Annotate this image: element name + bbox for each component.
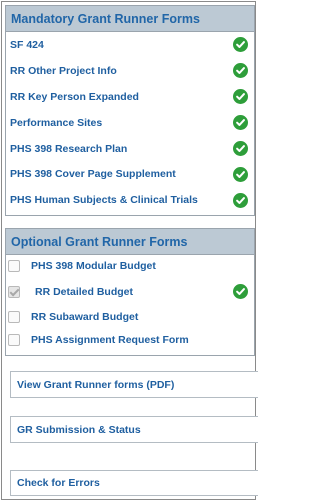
check-circle-icon bbox=[233, 166, 248, 182]
form-item-label[interactable]: SF 424 bbox=[10, 39, 44, 51]
mandatory-forms-panel: Mandatory Grant Runner Forms SF 424 RR O… bbox=[5, 5, 255, 216]
optional-item-label[interactable]: PHS 398 Modular Budget bbox=[31, 260, 248, 272]
mandatory-forms-title: Mandatory Grant Runner Forms bbox=[11, 11, 200, 26]
form-checkbox[interactable] bbox=[8, 311, 20, 324]
form-item-phs398-research-plan[interactable]: PHS 398 Research Plan bbox=[6, 136, 254, 162]
check-circle-icon bbox=[233, 89, 248, 105]
optional-item-label[interactable]: PHS Assignment Request Form bbox=[31, 334, 248, 346]
check-circle-icon bbox=[233, 37, 248, 53]
form-item-label[interactable]: Performance Sites bbox=[10, 117, 102, 129]
form-item-sf424[interactable]: SF 424 bbox=[6, 32, 254, 58]
check-circle-icon bbox=[233, 141, 248, 156]
check-circle-icon bbox=[233, 63, 248, 79]
check-circle-icon bbox=[233, 192, 248, 208]
form-item-phs398-cover-page-supplement[interactable]: PHS 398 Cover Page Supplement bbox=[6, 161, 254, 187]
optional-item-rr-detailed-budget[interactable]: RR Detailed Budget bbox=[6, 278, 254, 306]
check-errors-label[interactable]: Check for Errors bbox=[17, 477, 100, 489]
optional-forms-title: Optional Grant Runner Forms bbox=[11, 234, 188, 249]
form-item-phs-human-subjects[interactable]: PHS Human Subjects & Clinical Trials bbox=[6, 187, 254, 213]
optional-item-label[interactable]: RR Detailed Budget bbox=[31, 286, 233, 298]
form-item-label[interactable]: PHS Human Subjects & Clinical Trials bbox=[10, 194, 198, 206]
optional-item-label[interactable]: RR Subaward Budget bbox=[31, 311, 248, 323]
form-item-label[interactable]: RR Key Person Expanded bbox=[10, 91, 139, 103]
view-pdf-label[interactable]: View Grant Runner forms (PDF) bbox=[17, 379, 174, 391]
check-errors-button[interactable]: Check for Errors bbox=[10, 470, 258, 496]
optional-forms-header: Optional Grant Runner Forms bbox=[6, 229, 254, 255]
form-checkbox-checked[interactable] bbox=[8, 285, 20, 298]
form-item-performance-sites[interactable]: Performance Sites bbox=[6, 110, 254, 136]
form-item-rr-other-project-info[interactable]: RR Other Project Info bbox=[6, 58, 254, 84]
form-item-label[interactable]: RR Other Project Info bbox=[10, 65, 117, 77]
form-item-label[interactable]: PHS 398 Cover Page Supplement bbox=[10, 168, 176, 180]
submission-status-button[interactable]: GR Submission & Status bbox=[10, 416, 258, 443]
view-pdf-button[interactable]: View Grant Runner forms (PDF) bbox=[10, 371, 258, 398]
check-circle-icon bbox=[233, 115, 248, 131]
check-circle-icon bbox=[233, 284, 248, 300]
form-checkbox[interactable] bbox=[8, 333, 20, 346]
grant-runner-sidebar: Mandatory Grant Runner Forms SF 424 RR O… bbox=[1, 1, 258, 500]
optional-item-phs-assignment-request[interactable]: PHS Assignment Request Form bbox=[6, 329, 254, 352]
form-checkbox[interactable] bbox=[8, 260, 20, 273]
mandatory-forms-header: Mandatory Grant Runner Forms bbox=[6, 6, 254, 32]
optional-item-rr-subaward-budget[interactable]: RR Subaward Budget bbox=[6, 306, 254, 329]
form-item-label[interactable]: PHS 398 Research Plan bbox=[10, 143, 127, 155]
optional-forms-panel: Optional Grant Runner Forms PHS 398 Modu… bbox=[5, 228, 255, 356]
optional-item-phs398-modular-budget[interactable]: PHS 398 Modular Budget bbox=[6, 255, 254, 278]
form-item-rr-key-person-expanded[interactable]: RR Key Person Expanded bbox=[6, 84, 254, 110]
submission-status-label[interactable]: GR Submission & Status bbox=[17, 424, 141, 436]
